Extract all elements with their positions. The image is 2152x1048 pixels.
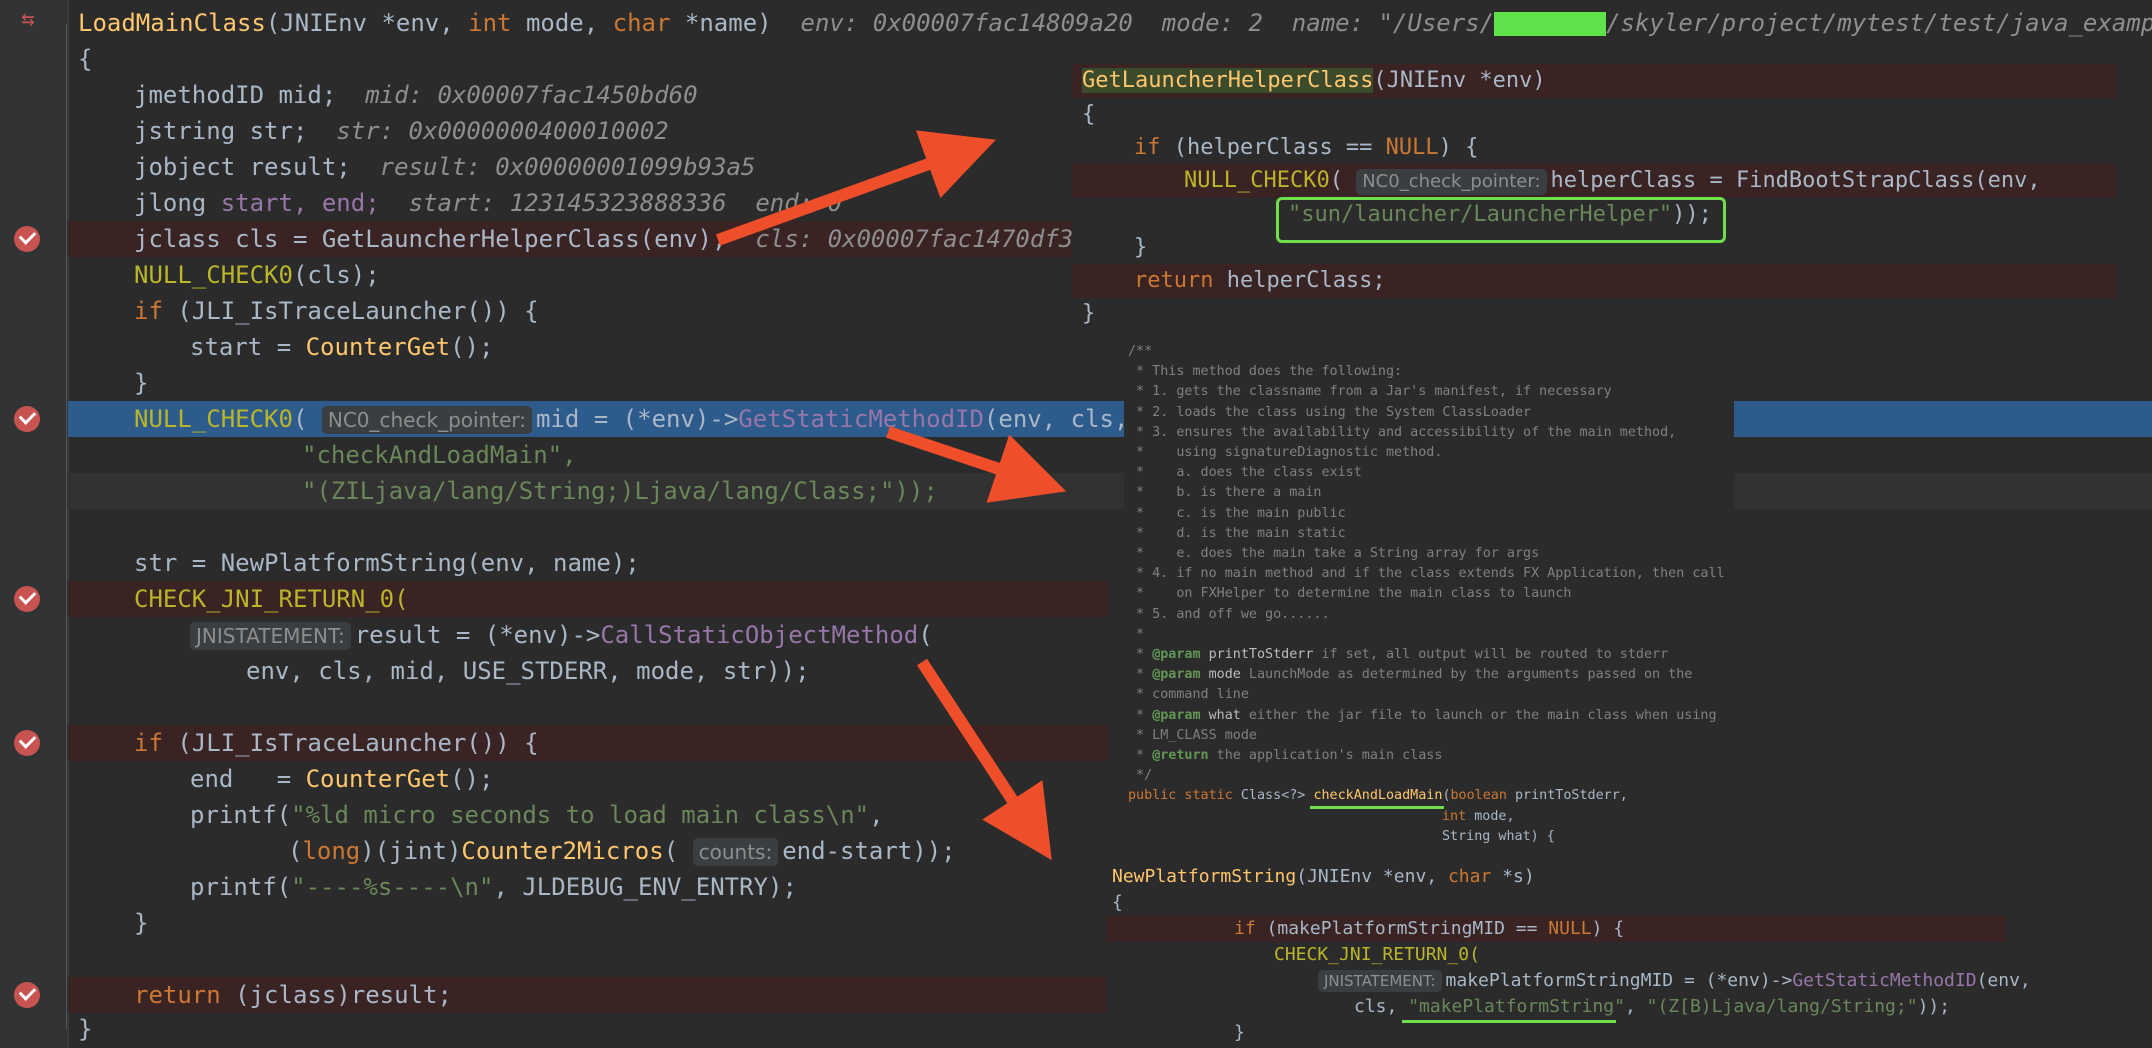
- arrow-to-newplatformstring: [916, 658, 1052, 861]
- arrow-to-javadoc: [886, 426, 1067, 503]
- arrow-to-helper-class: [715, 130, 996, 246]
- annotation-arrows: [715, 130, 1067, 861]
